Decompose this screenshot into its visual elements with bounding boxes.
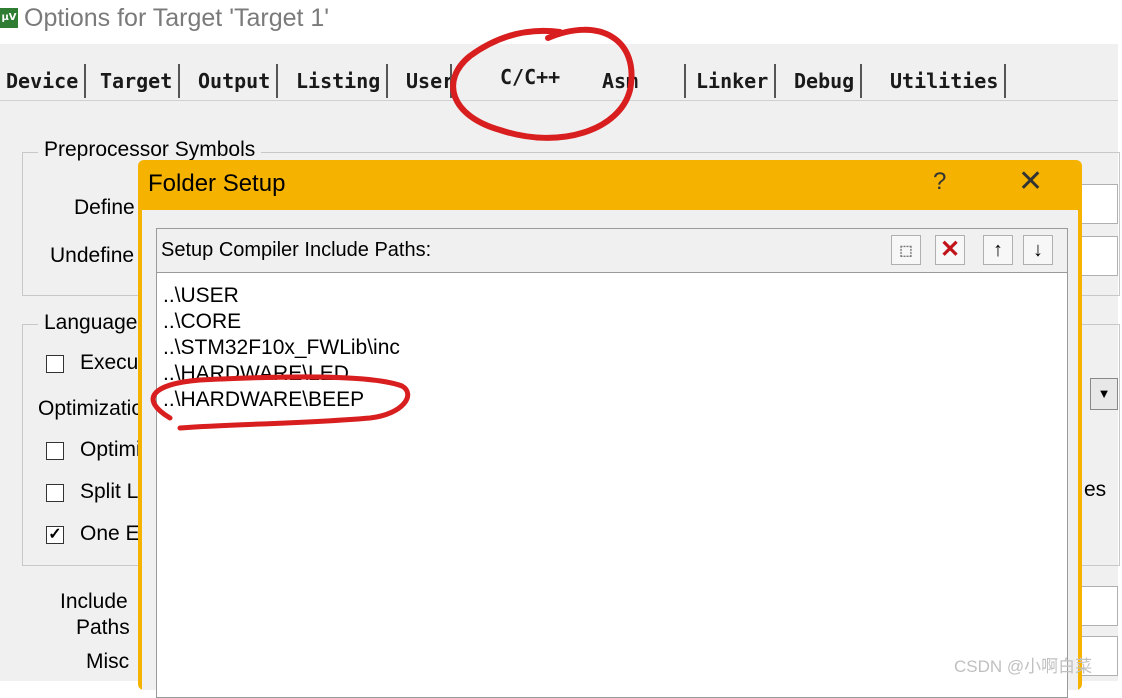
watermark: CSDN @小啊白菜 [954, 657, 1093, 676]
annotation-circle-beep-path [150, 374, 411, 431]
red-annotation-overlay [150, 26, 635, 431]
annotation-circle-cpp-tab [450, 26, 635, 141]
